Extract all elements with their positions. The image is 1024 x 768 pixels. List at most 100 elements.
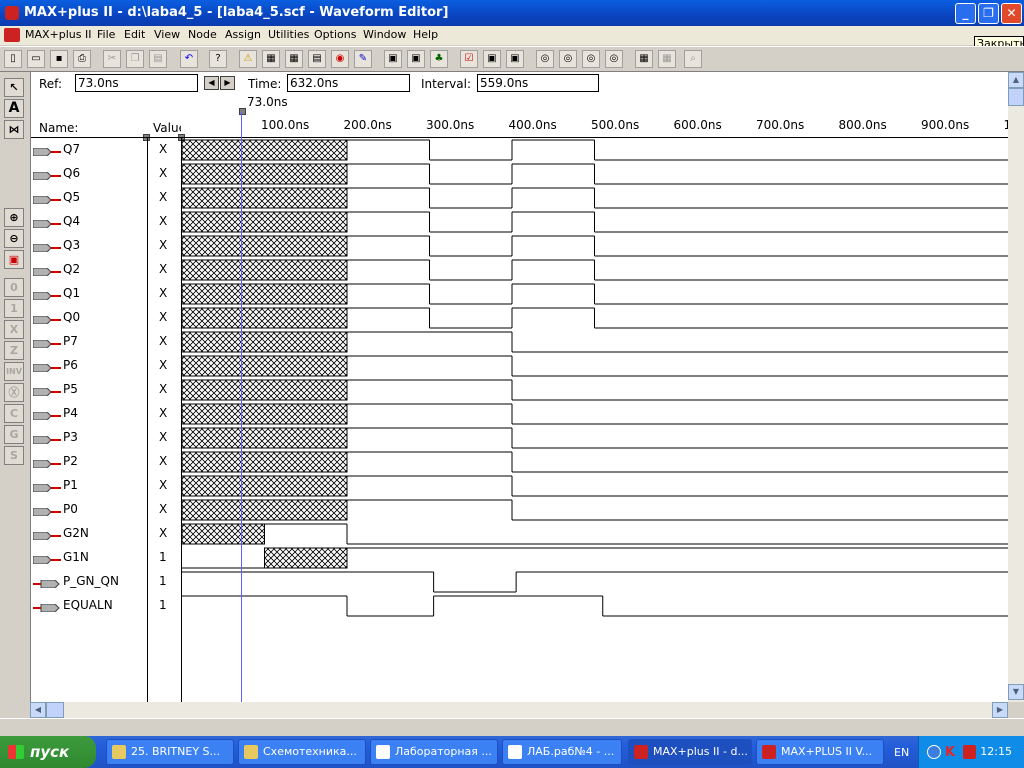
waveform-search-icon[interactable]: ◎ [559,50,577,68]
menu-maxplus[interactable]: MAX+plus II [25,28,92,41]
undo-icon[interactable]: ↶ [180,50,198,68]
scroll-down-icon[interactable]: ▼ [1008,684,1024,700]
close-button[interactable]: ✕ [1001,3,1022,24]
copy-icon[interactable]: ❐ [126,50,144,68]
waveform-draw-icon[interactable]: ⋈ [4,120,24,139]
overwrite-count-icon[interactable]: C [4,404,24,423]
grid-icon[interactable]: ▦ [635,50,653,68]
app-icon[interactable] [5,6,19,20]
shield-icon[interactable] [963,745,976,759]
paste-icon[interactable]: ▤ [149,50,167,68]
vertical-scrollbar[interactable]: ▲ ▼ [1008,72,1024,702]
prev-transition-icon[interactable]: ◀ [204,76,219,90]
zoom-in-icon[interactable]: ⊕ [4,208,24,227]
new-file-icon[interactable]: ▯ [4,50,22,68]
save-compile-icon[interactable]: ▣ [483,50,501,68]
signal-row-p2[interactable]: P2 X [31,450,181,474]
task-folder[interactable]: Схемотехника... [238,739,366,765]
zoom-out-icon[interactable]: ⊖ [4,229,24,248]
next-transition-icon[interactable]: ▶ [220,76,235,90]
waveform-area[interactable] [181,138,1009,698]
project-hierarchy-icon[interactable]: ▣ [384,50,402,68]
antivirus-icon[interactable]: K [945,745,955,760]
save-icon[interactable]: ▪ [50,50,68,68]
scroll-up-icon[interactable]: ▲ [1008,72,1024,88]
signal-row-q0[interactable]: Q0 X [31,306,181,330]
cut-icon[interactable]: ✂ [103,50,121,68]
time-field[interactable]: 632.0ns [287,74,410,92]
text-tool-icon[interactable]: A [4,99,24,118]
horizontal-scrollbar[interactable]: ◀ ▶ [30,702,1008,718]
task-maxplus[interactable]: MAX+plus II - d... [628,739,752,765]
floorplan-icon[interactable]: ▦ [285,50,303,68]
interval-field[interactable]: 559.0ns [477,74,599,92]
document-icon[interactable] [4,28,20,42]
ref-field[interactable]: 73.0ns [75,74,198,92]
signal-row-g2n[interactable]: G2N X [31,522,181,546]
signal-row-q7[interactable]: Q7 X [31,138,181,162]
invert-icon[interactable]: INV [4,362,24,381]
overwrite-state-icon[interactable]: S [4,446,24,465]
signal-row-p5[interactable]: P5 X [31,378,181,402]
hierarchy-tree-icon[interactable]: ♣ [430,50,448,68]
find-icon[interactable]: ⌕ [684,50,702,68]
compiler-icon[interactable]: ▤ [308,50,326,68]
open-file-icon[interactable]: ▭ [27,50,45,68]
signal-row-p7[interactable]: P7 X [31,330,181,354]
task-word-lab[interactable]: Лабораторная ... [370,739,498,765]
save-simulate-icon[interactable]: ▣ [506,50,524,68]
reference-cursor-line[interactable] [241,112,242,702]
menu-help[interactable]: Help [413,28,438,41]
signal-row-q1[interactable]: Q1 X [31,282,181,306]
minimize-button[interactable]: _ [955,3,976,24]
menu-window[interactable]: Window [363,28,406,41]
overwrite-clock-icon[interactable]: Ⓧ [4,383,24,402]
scroll-right-icon[interactable]: ▶ [992,702,1008,718]
save-check-icon[interactable]: ☑ [460,50,478,68]
help-pointer-icon[interactable]: ? [209,50,227,68]
signal-row-p0[interactable]: P0 X [31,498,181,522]
menu-node[interactable]: Node [188,28,217,41]
menu-view[interactable]: View [154,28,180,41]
signal-row-q4[interactable]: Q4 X [31,210,181,234]
selection-tool-icon[interactable]: ↖ [4,78,24,97]
hierarchy-up-icon[interactable]: ▦ [262,50,280,68]
signal-row-equaln[interactable]: EQUALN 1 [31,594,181,618]
task-word-lab4[interactable]: ЛАБ.раб№4 - ... [502,739,622,765]
signal-row-q6[interactable]: Q6 X [31,162,181,186]
signal-row-q5[interactable]: Q5 X [31,186,181,210]
tray-expand-icon[interactable] [927,745,941,759]
waveform-group-icon[interactable]: ◎ [605,50,623,68]
warning-icon[interactable]: ⚠ [239,50,257,68]
scroll-left-icon[interactable]: ◀ [30,702,46,718]
start-button[interactable]: пуск [0,736,96,768]
language-indicator[interactable]: EN [894,746,909,759]
waveform-compare-icon[interactable]: ◎ [536,50,554,68]
menu-file[interactable]: File [97,28,115,41]
print-icon[interactable]: ⎙ [73,50,91,68]
waveform-node-icon[interactable]: ◎ [582,50,600,68]
signal-row-g1n[interactable]: G1N 1 [31,546,181,570]
menu-edit[interactable]: Edit [124,28,145,41]
signal-row-p3[interactable]: P3 X [31,426,181,450]
menu-utilities[interactable]: Utilities [268,28,309,41]
set-one-icon[interactable]: 1 [4,299,24,318]
signal-row-p4[interactable]: P4 X [31,402,181,426]
project-top-icon[interactable]: ▣ [407,50,425,68]
menu-assign[interactable]: Assign [225,28,261,41]
signal-row-p6[interactable]: P6 X [31,354,181,378]
set-zero-icon[interactable]: 0 [4,278,24,297]
horizontal-scroll-thumb[interactable] [46,702,64,718]
grid-disabled-icon[interactable]: ▦ [658,50,676,68]
set-x-icon[interactable]: X [4,320,24,339]
signal-row-p1[interactable]: P1 X [31,474,181,498]
task-maxplus-help[interactable]: MAX+PLUS II V... [756,739,884,765]
overwrite-group-icon[interactable]: G [4,425,24,444]
set-z-icon[interactable]: Z [4,341,24,360]
vertical-scroll-thumb[interactable] [1008,88,1024,106]
signal-row-q3[interactable]: Q3 X [31,234,181,258]
restore-button[interactable]: ❐ [978,3,999,24]
fit-window-icon[interactable]: ▣ [4,250,24,269]
menu-options[interactable]: Options [314,28,356,41]
task-winamp[interactable]: 25. BRITNEY S... [106,739,234,765]
